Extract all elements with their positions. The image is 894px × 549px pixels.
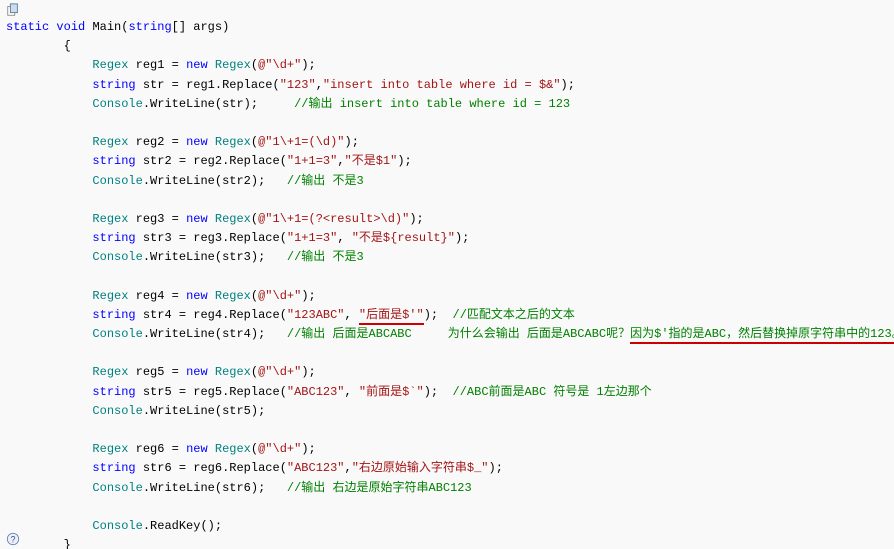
comment-after2a: //输出 后面是ABCABC 为什么会输出 后面是ABCABC呢？ bbox=[287, 327, 630, 341]
code-snippet-container: static void Main(string[] args) { Regex … bbox=[0, 0, 894, 549]
comment-out3: //输出 不是3 bbox=[287, 250, 364, 264]
comment-right: //输出 右边是原始字符串ABC123 bbox=[287, 481, 472, 495]
comment-before: //ABC前面是ABC 符号是 1左边那个 bbox=[453, 385, 652, 399]
keyword-static: static bbox=[6, 20, 49, 34]
svg-text:?: ? bbox=[11, 535, 16, 545]
comment-out1: //输出 insert into table where id = 123 bbox=[294, 97, 570, 111]
underline-reason: 因为$'指的是ABC，然后替换掉原字符串中的123。 bbox=[630, 327, 894, 344]
code-block: static void Main(string[] args) { Regex … bbox=[6, 4, 894, 549]
underline-after: "后面是$'" bbox=[359, 308, 424, 325]
copy-icon[interactable] bbox=[6, 3, 20, 17]
method-main: Main bbox=[92, 20, 121, 34]
comment-after1: //匹配文本之后的文本 bbox=[453, 308, 575, 322]
help-icon[interactable]: ? bbox=[6, 532, 20, 546]
comment-out2: //输出 不是3 bbox=[287, 174, 364, 188]
keyword-void: void bbox=[56, 20, 85, 34]
